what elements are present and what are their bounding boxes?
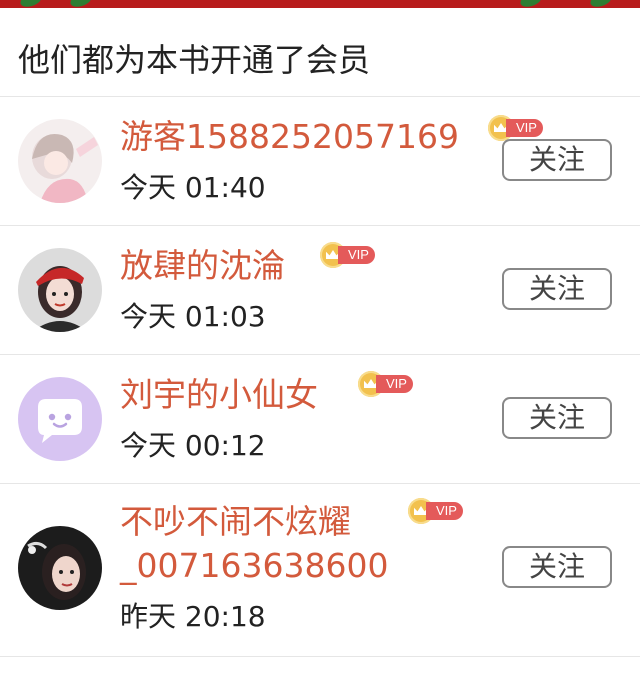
- member-row[interactable]: 刘宇的小仙女 VIP 今天 00:12 关注: [0, 355, 640, 484]
- vip-badge: VIP: [320, 242, 376, 268]
- member-name[interactable]: 游客1588252057169: [120, 117, 459, 157]
- follow-button[interactable]: 关注: [502, 268, 612, 310]
- leaf-decoration: [68, 0, 94, 8]
- leaf-decoration: [18, 0, 44, 8]
- vip-label: VIP: [376, 375, 413, 393]
- avatar-illustration-icon: [18, 119, 102, 203]
- member-name[interactable]: 放肆的沈淪: [120, 246, 285, 286]
- avatar[interactable]: [18, 526, 102, 610]
- vip-label: VIP: [426, 502, 463, 520]
- join-time: 今天 01:03: [120, 300, 266, 333]
- avatar-photo-icon: [18, 248, 102, 332]
- leaf-decoration: [588, 0, 614, 8]
- vip-badge: VIP: [358, 371, 414, 397]
- follow-button[interactable]: 关注: [502, 397, 612, 439]
- section-header: 他们都为本书开通了会员: [0, 8, 640, 97]
- default-avatar-icon: [18, 377, 102, 461]
- join-time: 昨天 20:18: [120, 600, 266, 633]
- vip-label: VIP: [338, 246, 375, 264]
- join-time: 今天 01:40: [120, 171, 266, 204]
- avatar-photo-icon: [18, 526, 102, 610]
- vip-badge: VIP: [488, 115, 544, 141]
- follow-button[interactable]: 关注: [502, 139, 612, 181]
- member-name[interactable]: 不吵不闹不炫耀_007163638600: [120, 500, 420, 588]
- leaf-decoration: [518, 0, 544, 8]
- avatar[interactable]: [18, 377, 102, 461]
- member-row[interactable]: 游客1588252057169 VIP 今天 01:40 关注: [0, 97, 640, 226]
- member-name[interactable]: 刘宇的小仙女: [120, 375, 318, 415]
- section-title: 他们都为本书开通了会员: [18, 41, 371, 79]
- avatar[interactable]: [18, 119, 102, 203]
- follow-button[interactable]: 关注: [502, 546, 612, 588]
- avatar[interactable]: [18, 248, 102, 332]
- top-banner-decoration: [0, 0, 640, 8]
- join-time: 今天 00:12: [120, 429, 266, 462]
- member-row[interactable]: 不吵不闹不炫耀_007163638600 VIP 昨天 20:18 关注: [0, 484, 640, 657]
- vip-badge: VIP: [408, 498, 464, 524]
- vip-label: VIP: [506, 119, 543, 137]
- member-row[interactable]: 放肆的沈淪 VIP 今天 01:03 关注: [0, 226, 640, 355]
